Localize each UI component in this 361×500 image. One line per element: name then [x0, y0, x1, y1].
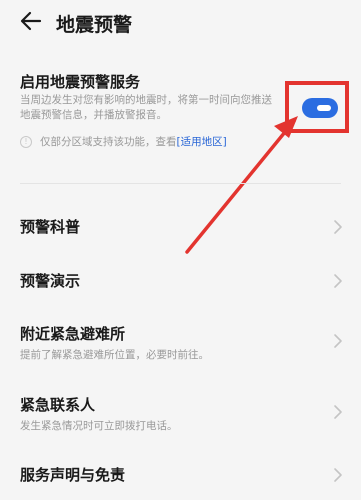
menu-item-label: 紧急联系人	[20, 396, 96, 414]
menu-item-label: 预警演示	[20, 272, 81, 290]
chevron-right-icon	[334, 405, 342, 419]
menu-item-shelter[interactable]: 附近紧急避难所 提前了解紧急避难所位置，必要时前往。	[0, 315, 361, 365]
menu-item-science[interactable]: 预警科普	[0, 208, 361, 248]
toggle-knob	[317, 105, 331, 111]
section-divider	[20, 183, 341, 184]
earthquake-warning-page: 地震预警 启用地震预警服务 当周边发生对您有影响的地震时，将第一时间向您推送地震…	[0, 0, 361, 500]
region-tip: ! 仅部分区域支持该功能，查看 [适用地区]	[20, 134, 227, 149]
page-title: 地震预警	[56, 14, 133, 36]
menu-item-subtitle: 提前了解紧急避难所位置，必要时前往。	[20, 349, 209, 361]
menu-item-contacts[interactable]: 紧急联系人 发生紧急情况时可立即拨打电话。	[0, 386, 361, 436]
back-button[interactable]	[16, 8, 46, 34]
info-icon: !	[20, 135, 32, 148]
header-bar: 地震预警	[0, 0, 361, 44]
chevron-right-icon	[334, 274, 342, 288]
back-arrow-icon	[20, 11, 42, 31]
menu-item-label: 附近紧急避难所	[20, 325, 126, 343]
menu-item-label: 预警科普	[20, 218, 81, 236]
service-toggle[interactable]	[302, 98, 338, 118]
chevron-right-icon	[334, 220, 342, 234]
applicable-region-link[interactable]: [适用地区]	[177, 134, 227, 149]
tip-text: 仅部分区域支持该功能，查看	[40, 136, 177, 148]
menu-item-subtitle: 发生紧急情况时可立即拨打电话。	[20, 420, 178, 432]
service-title: 启用地震预警服务	[20, 73, 141, 91]
menu-item-demo[interactable]: 预警演示	[0, 262, 361, 302]
menu-item-disclaimer[interactable]: 服务声明与免责	[0, 456, 361, 496]
service-description: 当周边发生对您有影响的地震时，将第一时间向您推送地震预警信息，并播放警报音。	[20, 94, 272, 121]
menu-item-label: 服务声明与免责	[20, 466, 126, 484]
chevron-right-icon	[334, 334, 342, 348]
chevron-right-icon	[334, 468, 342, 482]
